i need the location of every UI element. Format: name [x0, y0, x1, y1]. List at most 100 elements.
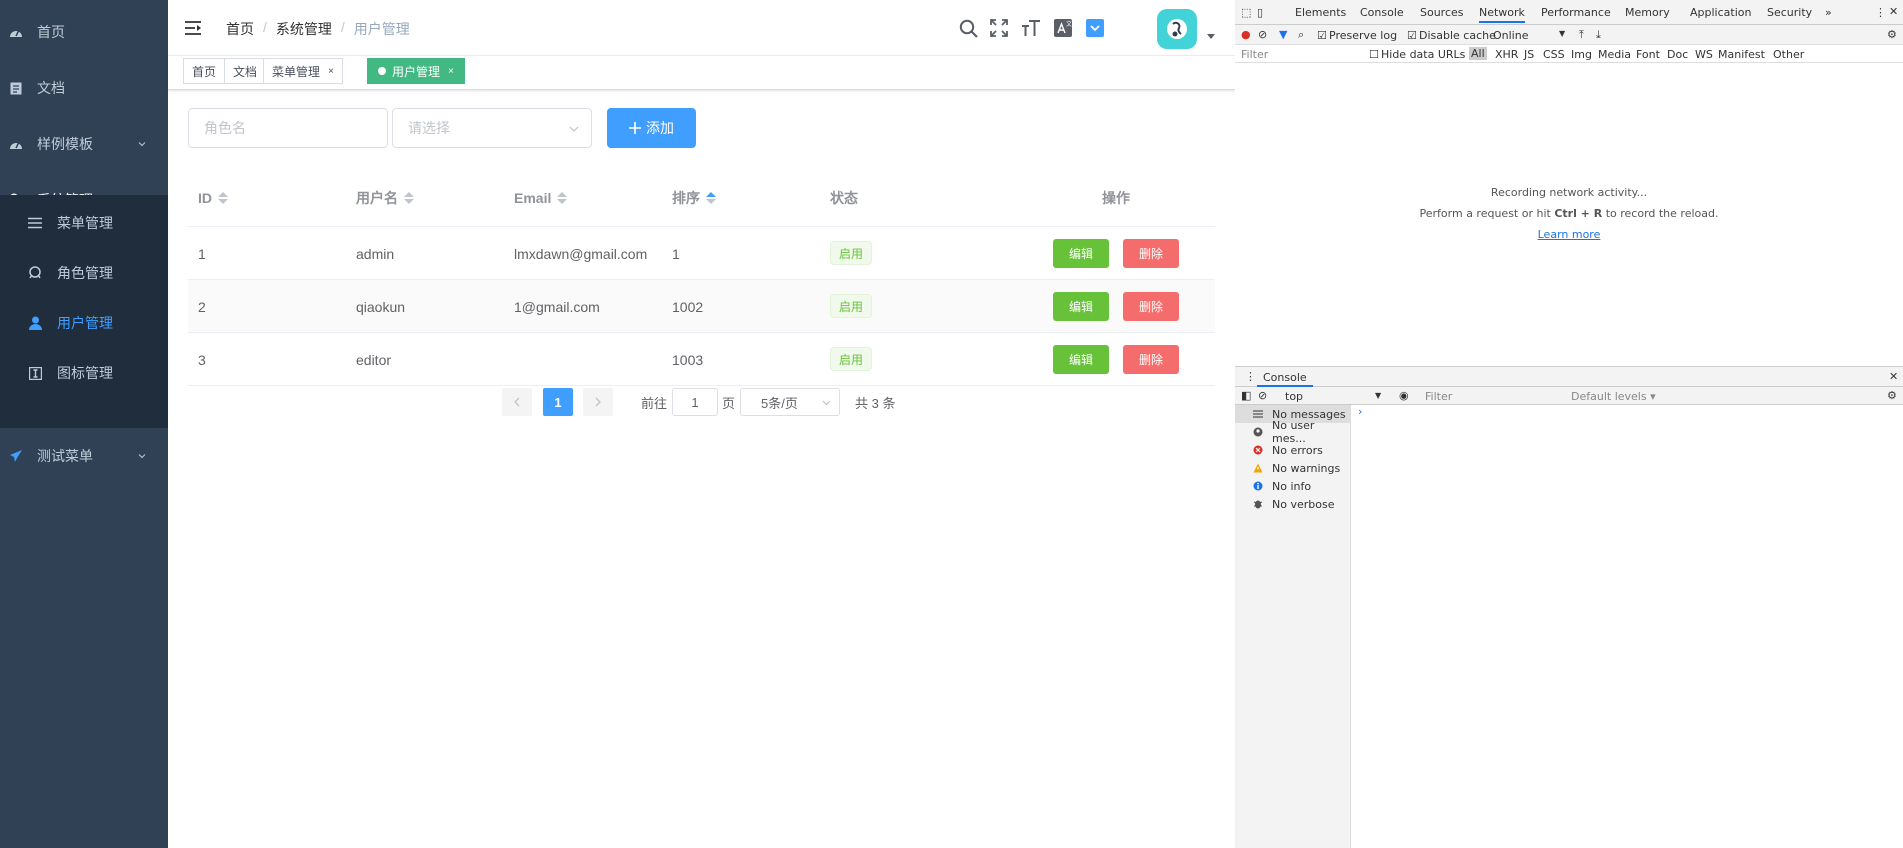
theme-icon[interactable]	[1084, 17, 1106, 39]
type-filter-css[interactable]: CSS	[1543, 48, 1565, 61]
page-size-select[interactable]: 5条/页	[740, 388, 840, 416]
type-filter-img[interactable]: Img	[1571, 48, 1592, 61]
devtools-tab-application[interactable]: Application	[1690, 6, 1751, 19]
devtools-tab-network[interactable]: Network	[1479, 6, 1525, 23]
context-select[interactable]: top	[1285, 390, 1303, 403]
console-filter-input[interactable]: Filter	[1425, 390, 1452, 403]
delete-button[interactable]: 删除	[1123, 345, 1179, 374]
throttle-select[interactable]: Online	[1493, 29, 1528, 42]
goto-page-input[interactable]: 1	[672, 388, 718, 416]
gear-icon[interactable]: ⚙	[1887, 28, 1897, 41]
type-filter-manifest[interactable]: Manifest	[1718, 48, 1765, 61]
edit-button[interactable]: 编辑	[1053, 292, 1109, 321]
header-id[interactable]: ID	[198, 170, 228, 226]
kebab-menu-icon[interactable]: ⋮	[1875, 6, 1886, 19]
tag-docs[interactable]: 文档	[224, 58, 267, 84]
sidebar-item-templates[interactable]: 样例模板	[0, 116, 168, 172]
filter-icon[interactable]: ▼	[1279, 28, 1287, 41]
devtools-tab-console[interactable]: Console	[1360, 6, 1404, 19]
devtools-tab-sources[interactable]: Sources	[1420, 6, 1464, 19]
more-tabs-icon[interactable]: »	[1825, 6, 1832, 19]
type-filter-js[interactable]: JS	[1524, 48, 1534, 61]
prev-page-button[interactable]	[502, 388, 532, 416]
page-number-button[interactable]: 1	[543, 388, 573, 416]
next-page-button[interactable]	[583, 388, 613, 416]
type-filter-font[interactable]: Font	[1636, 48, 1660, 61]
console-filter-warnings[interactable]: No warnings	[1235, 459, 1351, 477]
hide-data-urls-checkbox[interactable]: ☐	[1369, 48, 1379, 61]
sidebar-item-role-mgmt[interactable]: 角色管理	[0, 248, 168, 298]
kebab-menu-icon[interactable]: ⋮	[1245, 370, 1256, 383]
close-icon[interactable]: ✕	[1889, 370, 1898, 383]
record-icon[interactable]: ●	[1241, 28, 1251, 41]
log-levels-select[interactable]: Default levels ▾	[1571, 390, 1656, 403]
console-filter-errors[interactable]: No errors	[1235, 441, 1351, 459]
sort-icon[interactable]	[557, 192, 568, 204]
clear-icon[interactable]: ⊘	[1258, 389, 1267, 402]
sidebar-item-test[interactable]: 测试菜单	[0, 428, 168, 484]
fullscreen-icon[interactable]	[988, 17, 1010, 39]
avatar[interactable]	[1157, 9, 1197, 49]
type-filter-doc[interactable]: Doc	[1667, 48, 1688, 61]
gear-icon[interactable]: ⚙	[1887, 389, 1897, 402]
tag-close-icon[interactable]: ×	[448, 66, 454, 77]
sort-icon[interactable]	[404, 192, 414, 204]
sidebar-item-home[interactable]: 首页	[0, 4, 168, 60]
inspect-icon[interactable]: ⬚	[1241, 6, 1251, 19]
tag-close-icon[interactable]: ×	[328, 66, 334, 77]
tag-user-mgmt[interactable]: 用户管理 ×	[367, 58, 465, 84]
edit-button[interactable]: 编辑	[1053, 239, 1109, 268]
tag-home[interactable]: 首页	[183, 58, 226, 84]
edit-button[interactable]: 编辑	[1053, 345, 1109, 374]
type-filter-ws[interactable]: WS	[1695, 48, 1713, 61]
search-icon[interactable]	[957, 17, 979, 39]
language-icon[interactable]: 文	[1052, 17, 1074, 39]
header-email[interactable]: Email	[514, 170, 568, 226]
disable-cache-checkbox[interactable]: ☑	[1407, 29, 1417, 42]
network-filter-input[interactable]: Filter	[1241, 48, 1268, 61]
sidebar-item-menu-mgmt[interactable]: 菜单管理	[0, 198, 168, 248]
delete-button[interactable]: 删除	[1123, 292, 1179, 321]
devtools-tab-elements[interactable]: Elements	[1295, 6, 1346, 19]
console-prompt[interactable]: ›	[1358, 405, 1362, 418]
add-button[interactable]: 添加	[607, 108, 696, 148]
role-name-input[interactable]: 角色名	[188, 108, 388, 148]
devtools-tab-performance[interactable]: Performance	[1541, 6, 1611, 19]
export-icon[interactable]: ⤓	[1596, 28, 1601, 42]
page-size-value: 5条/页	[761, 395, 798, 411]
devtools-tab-security[interactable]: Security	[1767, 6, 1812, 19]
eye-icon[interactable]: ◉	[1399, 389, 1409, 402]
type-filter-all[interactable]: All	[1469, 47, 1487, 60]
import-icon[interactable]: ⤒	[1579, 28, 1584, 42]
breadcrumb-system[interactable]: 系统管理	[276, 19, 332, 39]
console-filter-verbose[interactable]: No verbose	[1235, 495, 1351, 513]
sidebar-toggle-icon[interactable]: ◧	[1241, 389, 1251, 402]
close-icon[interactable]: ✕	[1889, 5, 1898, 18]
devtools-tab-memory[interactable]: Memory	[1625, 6, 1670, 19]
learn-more-link[interactable]: Learn more	[1235, 228, 1903, 241]
sort-icon[interactable]	[706, 192, 716, 204]
type-filter-other[interactable]: Other	[1773, 48, 1804, 61]
console-filter-info[interactable]: No info	[1235, 477, 1351, 495]
preserve-log-checkbox[interactable]: ☑	[1317, 29, 1327, 42]
console-filter-user[interactable]: No user mes...	[1235, 419, 1351, 445]
clear-icon[interactable]: ⊘	[1258, 28, 1267, 41]
search-icon[interactable]: ⌕	[1298, 28, 1304, 42]
header-username[interactable]: 用户名	[356, 170, 414, 226]
status-select[interactable]: 请选择	[392, 108, 592, 148]
size-icon[interactable]	[1020, 17, 1042, 39]
type-filter-xhr[interactable]: XHR	[1495, 48, 1518, 61]
avatar-dropdown-caret-icon[interactable]	[1207, 34, 1215, 39]
device-icon[interactable]: ▯	[1257, 6, 1263, 19]
type-filter-media[interactable]: Media	[1598, 48, 1631, 61]
hamburger-icon[interactable]	[184, 19, 202, 37]
sidebar-item-icon-mgmt[interactable]: 图标管理	[0, 348, 168, 398]
sidebar-item-user-mgmt[interactable]: 用户管理	[0, 298, 168, 348]
console-drawer-tab[interactable]: Console	[1257, 371, 1313, 387]
breadcrumb-home[interactable]: 首页	[226, 19, 254, 39]
header-sort[interactable]: 排序	[672, 170, 716, 226]
sort-icon[interactable]	[218, 192, 228, 204]
sidebar-item-docs[interactable]: 文档	[0, 60, 168, 116]
delete-button[interactable]: 删除	[1123, 239, 1179, 268]
tag-menu-mgmt[interactable]: 菜单管理 ×	[263, 58, 343, 84]
